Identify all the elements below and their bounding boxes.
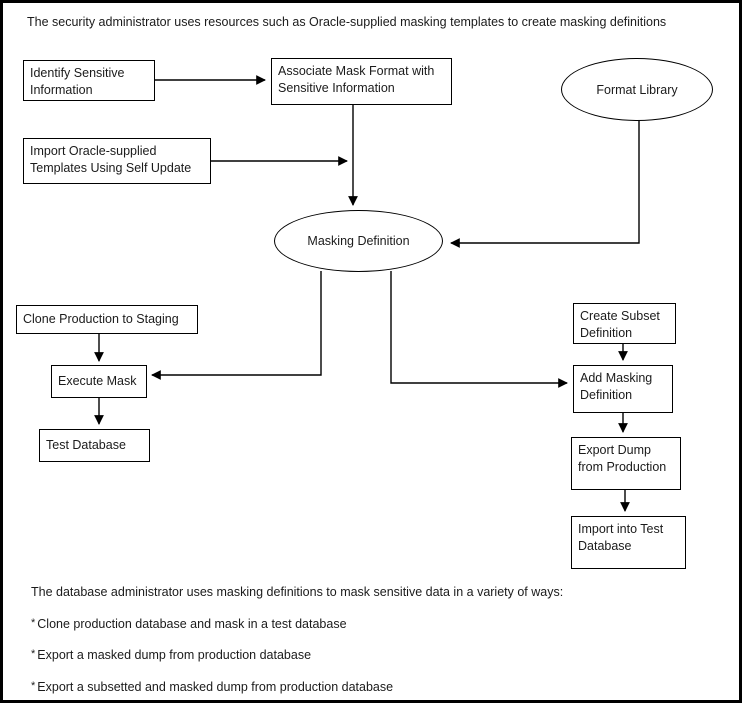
node-add-masking-definition[interactable]: Add Masking Definition <box>573 365 673 413</box>
node-create-subset-definition[interactable]: Create Subset Definition <box>573 303 676 344</box>
node-import-oracle-templates[interactable]: Import Oracle-supplied Templates Using S… <box>23 138 211 184</box>
header-caption: The security administrator uses resource… <box>27 15 667 29</box>
node-format-library[interactable]: Format Library <box>561 58 713 121</box>
footer-bullet-1-text: Clone production database and mask in a … <box>37 617 347 631</box>
footer-bullet-2-text: Export a masked dump from production dat… <box>37 648 312 662</box>
node-test-database[interactable]: Test Database <box>39 429 150 462</box>
node-associate-mask-format[interactable]: Associate Mask Format with Sensitive Inf… <box>271 58 452 105</box>
footer-bullet-3-text: Export a subsetted and masked dump from … <box>37 680 394 694</box>
node-identify-sensitive-information[interactable]: Identify Sensitive Information <box>23 60 155 101</box>
footer-bullet-3: * Export a subsetted and masked dump from… <box>31 680 393 694</box>
footer-bullet-2: * Export a masked dump from production da… <box>31 648 311 662</box>
diagram-canvas: The security administrator uses resource… <box>0 0 742 703</box>
footer-bullet-1: * Clone production database and mask in a… <box>31 617 347 631</box>
node-clone-production-to-staging[interactable]: Clone Production to Staging <box>16 305 198 334</box>
edge-format-library-to-masking-definition <box>450 121 640 248</box>
node-execute-mask[interactable]: Execute Mask <box>51 365 147 398</box>
node-export-dump-from-production[interactable]: Export Dump from Production <box>571 437 681 490</box>
edge-masking-definition-to-add-masking-definition <box>390 271 568 388</box>
footer-intro: The database administrator uses masking … <box>31 585 564 599</box>
node-masking-definition[interactable]: Masking Definition <box>274 210 443 272</box>
node-import-into-test-database[interactable]: Import into Test Database <box>571 516 686 569</box>
